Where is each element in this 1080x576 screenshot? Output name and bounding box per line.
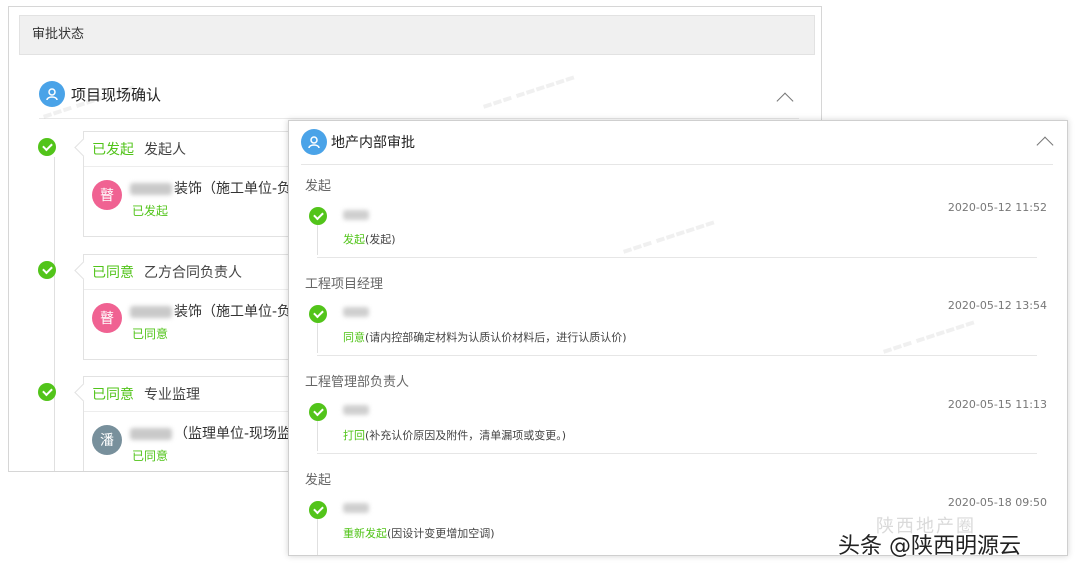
action-comment: (发起)	[365, 233, 396, 246]
action-link[interactable]: 打回	[343, 429, 365, 442]
role-label: 乙方合同负责人	[144, 265, 242, 281]
timeline-line	[317, 323, 318, 353]
status-small: 已同意	[132, 327, 169, 341]
timestamp: 2020-05-15 11:13	[947, 398, 1047, 411]
divider	[317, 257, 1037, 258]
group-label: 工程项目经理	[305, 277, 384, 292]
section-header-site-confirm[interactable]: 项目现场确认	[39, 73, 799, 119]
status-label: 已同意	[92, 265, 134, 281]
role-label: 专业监理	[144, 387, 200, 403]
avatar: 瞽	[92, 180, 122, 210]
section-title: 地产内部审批	[331, 135, 415, 151]
check-icon	[38, 138, 56, 156]
blurred-name	[343, 210, 369, 220]
approval-card: 已同意 专业监理 潘 （监理单位-现场监理 已同意	[83, 376, 323, 471]
action-comment: (补充认价原因及附件，清单漏项或变更。)	[365, 429, 567, 442]
avatar: 瞽	[92, 303, 122, 333]
chevron-up-icon[interactable]	[776, 92, 794, 110]
blurred-name	[130, 183, 172, 195]
timestamp: 2020-05-12 13:54	[947, 299, 1047, 312]
section-header-internal-approval[interactable]: 地产内部审批	[301, 121, 1054, 165]
check-icon	[309, 305, 327, 323]
user-icon	[301, 129, 327, 155]
timestamp: 2020-05-12 11:52	[947, 201, 1047, 214]
blurred-name	[343, 307, 369, 317]
avatar: 潘	[92, 425, 122, 455]
divider	[317, 355, 1037, 356]
section-title: 项目现场确认	[71, 86, 162, 104]
blurred-name	[343, 405, 369, 415]
status-label: 已同意	[92, 387, 134, 403]
role-label: 发起人	[144, 142, 186, 158]
blurred-name	[130, 428, 172, 440]
check-icon	[309, 501, 327, 519]
status-small: 已发起	[132, 204, 169, 218]
blurred-name	[343, 503, 369, 513]
timeline-line	[317, 225, 318, 255]
check-icon	[38, 383, 56, 401]
blurred-name	[130, 306, 172, 318]
person-org: （监理单位-现场监理	[174, 426, 306, 442]
approval-card: 已发起 发起人 瞽 装饰（施工单位-负责人 已发起	[83, 131, 323, 237]
timestamp: 2020-05-18 09:50	[947, 496, 1047, 509]
status-label: 已发起	[92, 142, 134, 158]
divider	[84, 411, 322, 412]
divider	[84, 166, 322, 167]
internal-approval-panel: 地产内部审批 发起 2020-05-12 11:52 发起(发起) 工程项目经理…	[288, 120, 1068, 556]
chevron-up-icon[interactable]	[1036, 136, 1054, 154]
user-icon	[39, 81, 65, 107]
action-comment: (因设计变更增加空调)	[387, 527, 495, 540]
group-label: 发起	[305, 179, 332, 194]
timeline-line	[317, 519, 318, 555]
divider	[84, 289, 322, 290]
brand-text: 头条 @陕西明源云	[838, 534, 1021, 559]
action-link[interactable]: 发起	[343, 233, 365, 246]
divider	[317, 453, 1037, 454]
approval-card: 已同意 乙方合同负责人 瞽 装饰（施工单位-负责人 已同意	[83, 254, 323, 360]
timeline-line	[317, 421, 318, 451]
action-link[interactable]: 同意	[343, 331, 365, 344]
check-icon	[309, 207, 327, 225]
panel-header: 审批状态	[19, 15, 815, 55]
group-label: 工程管理部负责人	[305, 375, 410, 390]
action-comment: (请内控部确定材料为认质认价材料后，进行认质认价)	[365, 331, 627, 344]
action-link[interactable]: 重新发起	[343, 527, 387, 540]
check-icon	[309, 403, 327, 421]
group-label: 发起	[305, 473, 332, 488]
timeline-line	[54, 157, 55, 471]
status-small: 已同意	[132, 449, 169, 463]
check-icon	[38, 261, 56, 279]
